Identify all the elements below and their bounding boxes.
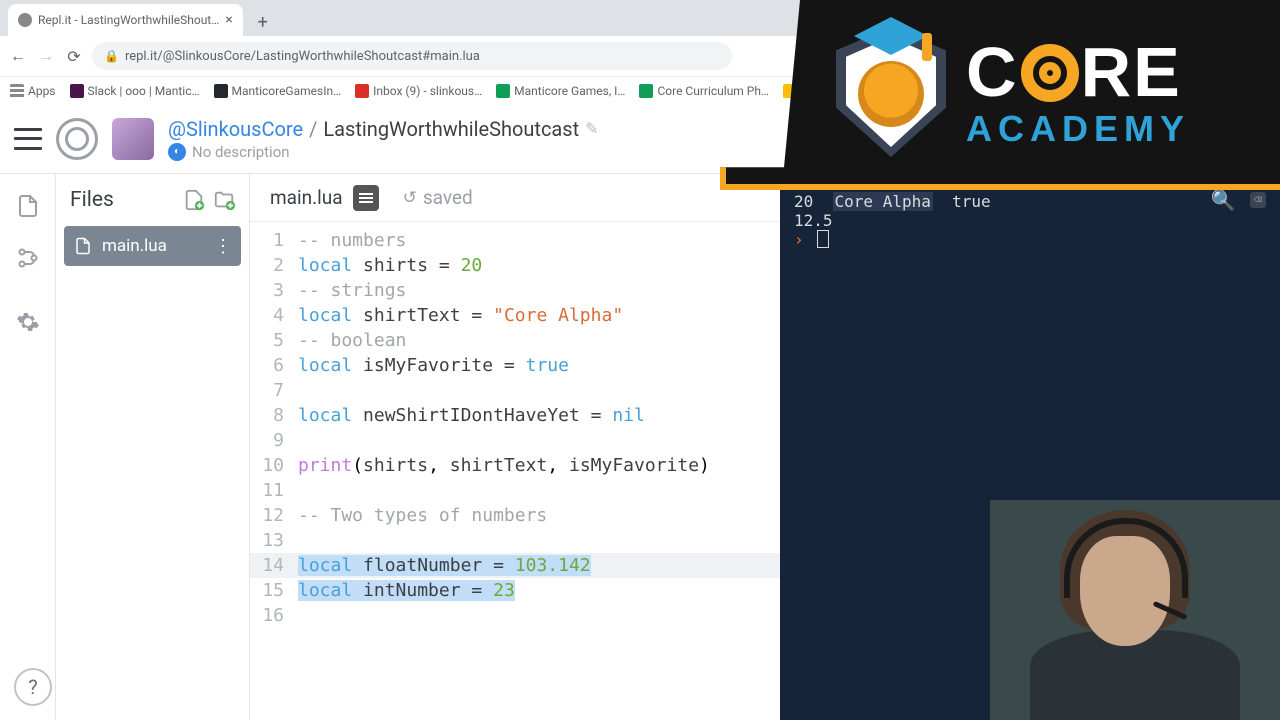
bookmark-item[interactable]: Slack | ooo | Mantic… xyxy=(70,84,200,98)
bookmark-icon xyxy=(496,84,510,98)
saved-label: saved xyxy=(423,186,473,209)
settings-icon[interactable] xyxy=(16,310,40,334)
bookmark-label: Core Curriculum Ph… xyxy=(657,84,769,98)
console-output-line: 20 Core Alpha true xyxy=(794,192,1266,211)
project-title: @SlinkousCore/LastingWorthwhileShoutcast… xyxy=(168,117,599,141)
editor-tab-label: main.lua xyxy=(270,186,343,209)
url-text: repl.it/@SlinkousCore/LastingWorthwhileS… xyxy=(125,49,480,64)
line-number: 7 xyxy=(250,378,298,403)
address-bar[interactable]: 🔒 repl.it/@SlinkousCore/LastingWorthwhil… xyxy=(92,42,732,70)
browser-tab[interactable]: Repl.it - LastingWorthwhileShout… × xyxy=(8,4,243,36)
bookmark-icon xyxy=(214,84,228,98)
history-icon: ↺ xyxy=(403,188,417,208)
bookmark-label: Slack | ooo | Mantic… xyxy=(88,84,200,98)
console-prompt[interactable]: › xyxy=(794,230,1266,249)
line-number: 9 xyxy=(250,428,298,453)
brand-academy: ACADEMY xyxy=(966,111,1190,147)
avatar[interactable] xyxy=(112,118,154,160)
line-number: 11 xyxy=(250,478,298,503)
side-rail xyxy=(0,174,56,720)
tab-menu-icon[interactable] xyxy=(353,185,379,211)
line-number: 14 xyxy=(250,553,298,578)
prompt-icon: › xyxy=(794,230,813,249)
project-name[interactable]: LastingWorthwhileShoutcast xyxy=(323,117,579,141)
bookmark-label: Manticore Games, I… xyxy=(514,84,625,98)
file-more-icon[interactable]: ⋮ xyxy=(214,236,231,257)
editor-tab-main[interactable]: main.lua xyxy=(270,185,379,211)
bookmark-label: ManticoreGamesIn… xyxy=(232,84,342,98)
apps-icon xyxy=(10,84,24,98)
brand-core: CRE xyxy=(966,37,1190,107)
version-control-icon[interactable] xyxy=(16,246,40,270)
bookmark-item[interactable]: ManticoreGamesIn… xyxy=(214,84,342,98)
line-number: 15 xyxy=(250,578,298,603)
project-title-block: @SlinkousCore/LastingWorthwhileShoutcast… xyxy=(168,117,599,161)
line-number: 4 xyxy=(250,303,298,328)
help-button[interactable]: ? xyxy=(14,668,52,706)
bookmark-item[interactable]: Manticore Games, I… xyxy=(496,84,625,98)
file-icon xyxy=(74,237,92,255)
reload-button[interactable]: ⟳ xyxy=(64,46,84,66)
new-tab-button[interactable]: + xyxy=(249,8,277,36)
edit-icon[interactable]: ✎ xyxy=(585,119,598,138)
favicon-icon xyxy=(18,13,32,27)
clear-icon[interactable]: ⌫ xyxy=(1250,192,1266,208)
search-icon[interactable]: 🔍 xyxy=(1211,188,1236,212)
line-number: 3 xyxy=(250,278,298,303)
console-text: true xyxy=(933,192,991,211)
overlay-text: CRE ACADEMY xyxy=(966,37,1190,147)
bookmark-icon xyxy=(639,84,653,98)
bookmark-item[interactable]: Core Curriculum Ph… xyxy=(639,84,769,98)
webcam-overlay xyxy=(990,500,1280,720)
line-number: 13 xyxy=(250,528,298,553)
file-name: main.lua xyxy=(102,236,167,256)
new-file-button[interactable] xyxy=(183,189,205,211)
replit-logo-icon[interactable] xyxy=(56,118,98,160)
files-title: Files xyxy=(70,188,114,212)
o-ring-icon xyxy=(1021,44,1079,102)
title-slash: / xyxy=(309,117,317,141)
file-item-main[interactable]: main.lua ⋮ xyxy=(64,226,241,266)
line-number: 12 xyxy=(250,503,298,528)
line-number: 6 xyxy=(250,353,298,378)
core-academy-overlay: CRE ACADEMY xyxy=(720,0,1280,190)
files-icon[interactable] xyxy=(16,194,40,218)
close-icon[interactable]: × xyxy=(225,12,232,28)
bookmark-item[interactable]: Inbox (9) - slinkous… xyxy=(355,84,482,98)
line-number: 1 xyxy=(250,228,298,253)
console-text: 20 xyxy=(794,192,833,211)
back-button[interactable]: ← xyxy=(8,46,28,66)
files-actions xyxy=(183,189,235,211)
shield-icon xyxy=(836,27,946,157)
lock-icon: 🔒 xyxy=(104,49,119,63)
saved-indicator: ↺ saved xyxy=(403,186,473,209)
menu-button[interactable] xyxy=(14,128,42,150)
new-folder-button[interactable] xyxy=(213,189,235,211)
bookmark-icon xyxy=(70,84,84,98)
files-header: Files xyxy=(56,182,249,226)
line-number: 5 xyxy=(250,328,298,353)
forward-button[interactable]: → xyxy=(36,46,56,66)
bookmark-label: Inbox (9) - slinkous… xyxy=(373,84,482,98)
line-number: 2 xyxy=(250,253,298,278)
cursor-icon xyxy=(817,230,829,248)
console-highlight: Core Alpha xyxy=(833,192,933,211)
console-output-line: 12.5 xyxy=(794,211,1266,230)
language-icon: ◐ xyxy=(168,143,186,161)
bookmark-label: Apps xyxy=(28,84,56,98)
files-panel: Files main.lua ⋮ xyxy=(56,174,250,720)
line-number: 8 xyxy=(250,403,298,428)
apps-button[interactable]: Apps xyxy=(10,84,56,98)
bookmark-icon xyxy=(355,84,369,98)
line-number: 10 xyxy=(250,453,298,478)
console-tools: 🔍 ⌫ xyxy=(1211,188,1266,212)
tab-title: Repl.it - LastingWorthwhileShout… xyxy=(38,13,219,27)
description-text: No description xyxy=(192,143,290,161)
line-number: 16 xyxy=(250,603,298,628)
username-link[interactable]: @SlinkousCore xyxy=(168,117,303,141)
description-row[interactable]: ◐ No description xyxy=(168,143,599,161)
